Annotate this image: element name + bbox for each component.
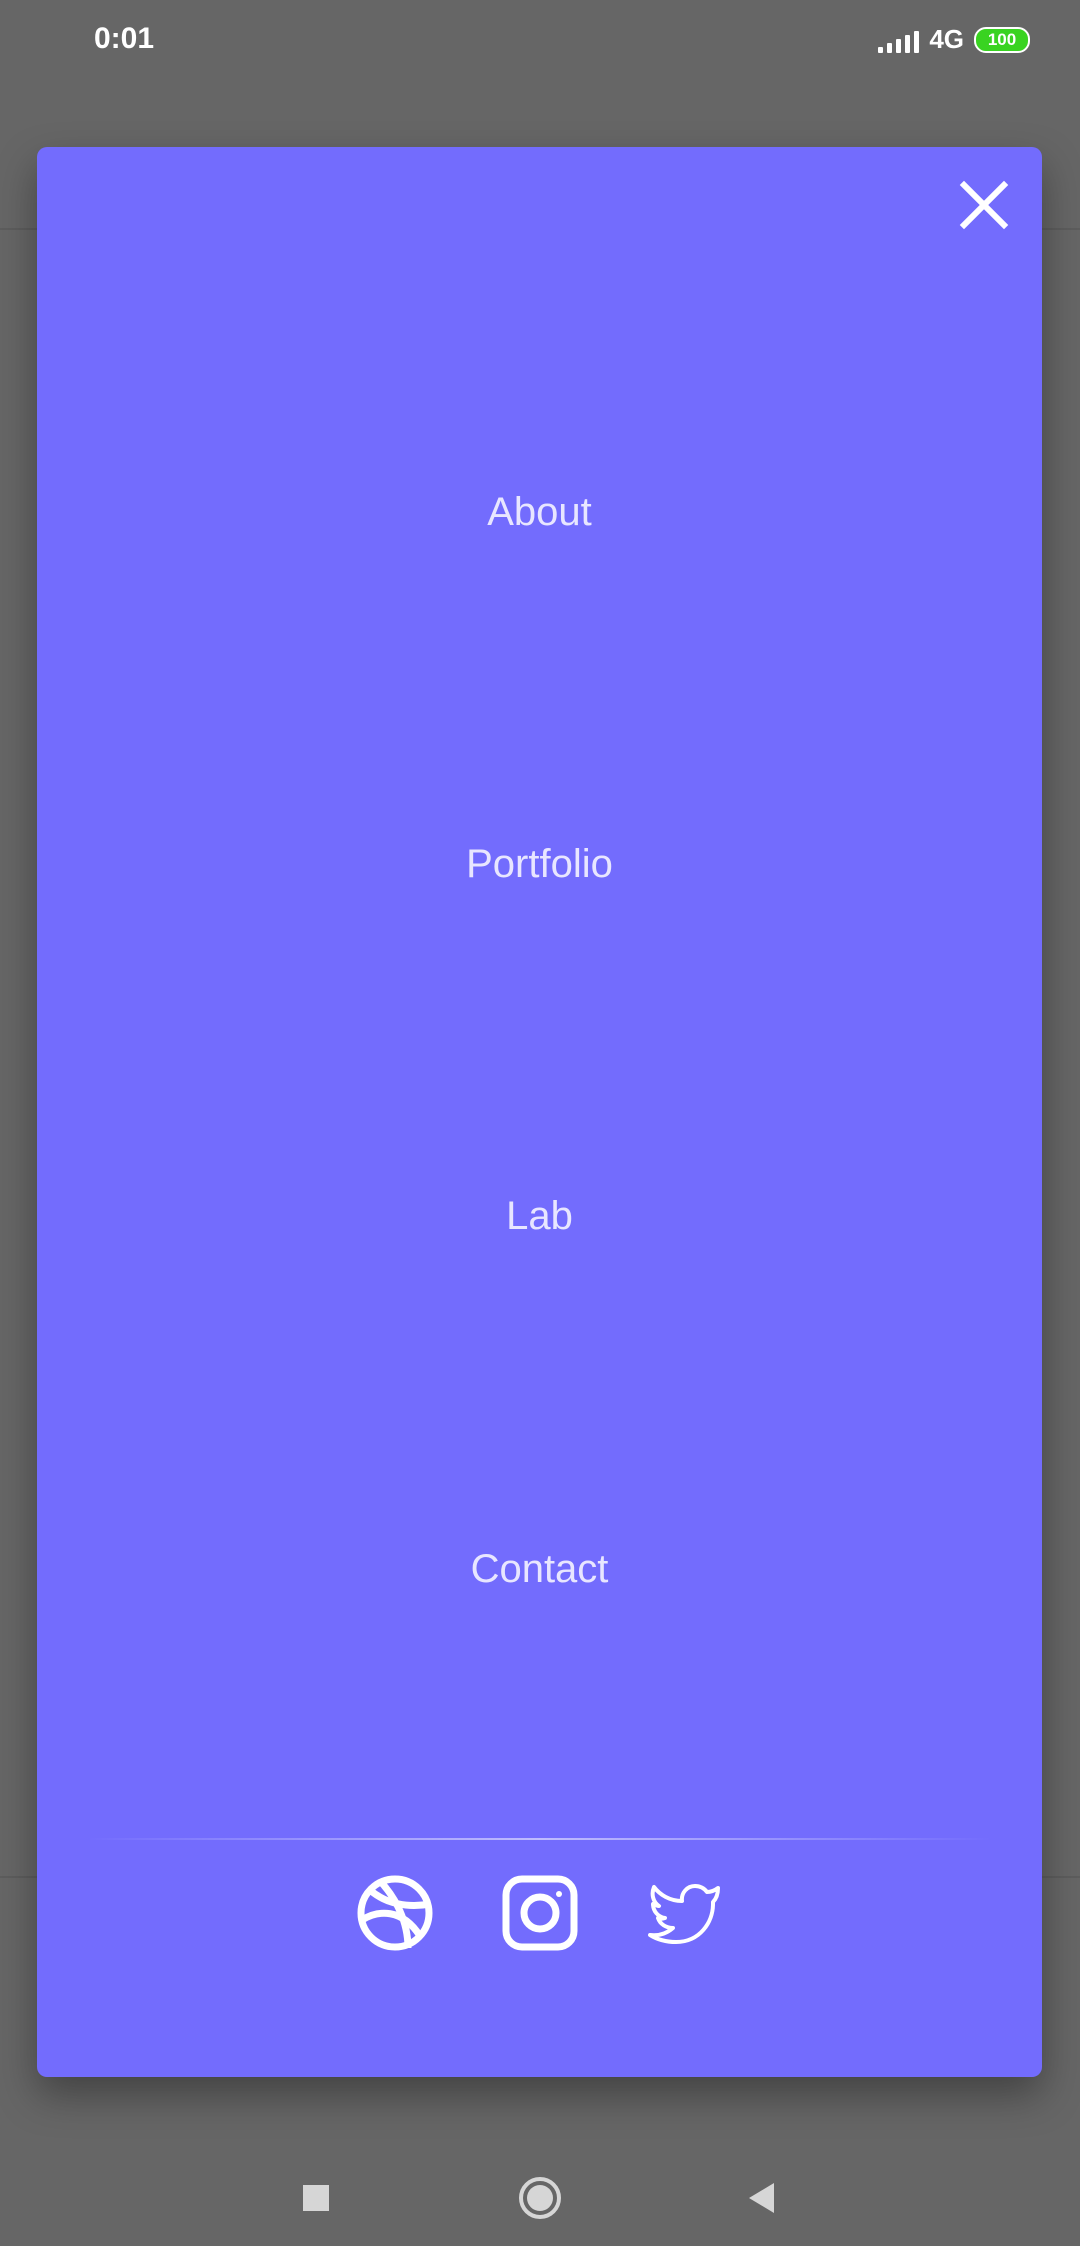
signal-icon xyxy=(878,27,920,53)
dribbble-link[interactable] xyxy=(356,1874,434,1952)
status-indicators: 4G 100 xyxy=(878,24,1030,55)
navigation-menu-modal: About Portfolio Lab Contact xyxy=(37,147,1042,2077)
status-time: 0:01 xyxy=(94,22,155,55)
menu-item-contact[interactable]: Contact xyxy=(37,1547,1042,1592)
recents-square-icon xyxy=(303,2185,329,2211)
status-bar: 0:01 4G 100 xyxy=(0,0,1080,84)
back-button[interactable] xyxy=(738,2174,786,2222)
menu-divider xyxy=(87,1838,992,1840)
close-icon xyxy=(959,180,1009,230)
network-type: 4G xyxy=(929,24,964,54)
instagram-link[interactable] xyxy=(501,1874,579,1952)
home-button[interactable] xyxy=(516,2174,564,2222)
battery-icon: 100 xyxy=(974,26,1030,53)
back-triangle-icon xyxy=(749,2183,774,2213)
dribbble-icon xyxy=(357,1875,432,1951)
twitter-icon xyxy=(647,1884,720,1944)
instagram-icon xyxy=(502,1875,577,1951)
twitter-link[interactable] xyxy=(646,1874,724,1952)
battery-level: 100 xyxy=(987,30,1017,49)
menu-item-portfolio[interactable]: Portfolio xyxy=(37,842,1042,887)
menu-item-about[interactable]: About xyxy=(37,490,1042,535)
close-button[interactable] xyxy=(956,177,1012,233)
recents-button[interactable] xyxy=(292,2174,340,2222)
social-links xyxy=(37,1874,1042,1952)
home-circle-icon xyxy=(519,2177,561,2219)
menu-item-lab[interactable]: Lab xyxy=(37,1194,1042,1239)
system-navigation-bar xyxy=(0,2150,1080,2246)
